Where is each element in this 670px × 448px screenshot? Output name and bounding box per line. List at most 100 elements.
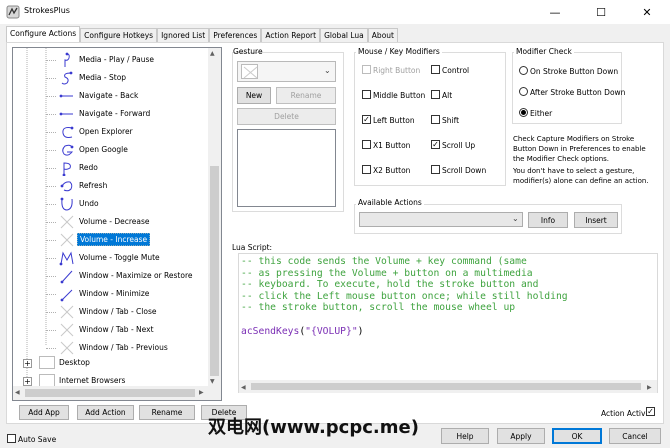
tab-action-report[interactable]: Action Report xyxy=(261,28,321,42)
maximize-button[interactable]: ☐ xyxy=(578,0,624,24)
modifier-checkbox[interactable]: ✓ xyxy=(431,140,440,149)
modifier-check-radio[interactable] xyxy=(519,87,528,96)
tab-configure-actions[interactable]: Configure Actions xyxy=(6,26,81,42)
tree-item[interactable]: Open Explorer xyxy=(13,123,209,141)
tree-item[interactable]: Navigate - Forward xyxy=(13,105,209,123)
modifier-checkbox[interactable]: ✓ xyxy=(362,115,371,124)
code-line: -- click the Left mouse button once; whi… xyxy=(241,290,568,302)
available-actions-select[interactable]: ⌄ xyxy=(359,212,523,227)
scroll-thumb[interactable] xyxy=(25,389,195,397)
modifier-checkbox[interactable] xyxy=(431,65,440,74)
tree-item[interactable]: Open Google xyxy=(13,141,209,159)
modifier-checkbox[interactable] xyxy=(431,115,440,124)
tree-item-label: Window - Minimize xyxy=(79,289,150,298)
tree-connector xyxy=(46,294,56,295)
action-active-checkbox[interactable]: ✓ xyxy=(646,407,655,416)
modifier-label: X1 Button xyxy=(373,141,411,150)
gesture-select[interactable]: ⌄ xyxy=(237,61,336,82)
tab-about[interactable]: About xyxy=(367,28,398,42)
modifier-check-radio[interactable] xyxy=(519,66,528,75)
gesture-stroke-icon xyxy=(60,181,73,192)
scroll-right-arrow-icon[interactable]: ▶ xyxy=(647,382,652,393)
new-gesture-button[interactable]: New xyxy=(237,87,271,104)
tree-vertical-scrollbar[interactable]: ▲ ▼ xyxy=(208,48,221,386)
modifier-checkbox[interactable] xyxy=(362,90,371,99)
modifier-checkbox[interactable] xyxy=(431,90,440,99)
insert-button[interactable]: Insert xyxy=(574,212,618,228)
tab-ignored-list[interactable]: Ignored List xyxy=(157,28,210,42)
title-bar: StrokesPlus — ☐ ✕ xyxy=(0,0,670,24)
tree-item[interactable]: Window / Tab - Next xyxy=(13,321,209,339)
expand-icon[interactable]: + xyxy=(23,377,32,386)
close-window-button[interactable]: ✕ xyxy=(624,0,670,24)
tree-item-label: Open Explorer xyxy=(79,127,133,136)
tree-connector xyxy=(46,96,56,97)
tree-group-label: Desktop xyxy=(59,358,90,367)
add-app-button[interactable]: Add App xyxy=(19,405,69,420)
cancel-button[interactable]: Cancel xyxy=(609,428,661,444)
rename-gesture-button[interactable]: Rename xyxy=(276,87,336,104)
scroll-thumb[interactable] xyxy=(210,166,219,376)
gesture-stroke-icon xyxy=(59,94,73,98)
apply-button[interactable]: Apply xyxy=(497,428,545,444)
modifier-label: Alt xyxy=(442,91,453,100)
gesture-stroke-icon xyxy=(62,126,74,138)
tree-item[interactable]: Volume - Toggle Mute xyxy=(13,249,209,267)
tree-item[interactable]: Window / Tab - Close xyxy=(13,303,209,321)
tab-global-lua[interactable]: Global Lua xyxy=(320,28,368,42)
tab-strip: Configure Actions Configure Hotkeys Igno… xyxy=(6,26,398,42)
tree-item-label: Volume - Toggle Mute xyxy=(79,253,160,262)
tree-item[interactable]: Volume - Decrease xyxy=(13,213,209,231)
tree-connector xyxy=(46,312,56,313)
help-button[interactable]: Help xyxy=(441,428,489,444)
tree-item[interactable]: Redo xyxy=(13,159,209,177)
tree-group-desktop[interactable]: + Desktop xyxy=(13,354,209,372)
tree-item[interactable]: Undo xyxy=(13,195,209,213)
scroll-left-arrow-icon[interactable]: ◀ xyxy=(241,382,246,393)
tree-connector xyxy=(46,132,56,133)
scroll-up-arrow-icon[interactable]: ▲ xyxy=(210,50,215,57)
auto-save-checkbox[interactable] xyxy=(7,434,16,443)
tree-item-label: Redo xyxy=(79,163,98,172)
info-button[interactable]: Info xyxy=(528,212,568,228)
tree-item-label: Window - Maximize or Restore xyxy=(79,271,193,280)
modifier-alone-info: You don't have to select a gesture, modi… xyxy=(513,167,649,185)
close-icon: ✕ xyxy=(642,5,652,19)
gesture-preview xyxy=(237,129,336,207)
scroll-thumb[interactable] xyxy=(251,383,641,390)
lua-script-label: Lua Script: xyxy=(232,243,273,252)
gesture-stroke-icon xyxy=(59,251,74,266)
minimize-button[interactable]: — xyxy=(532,0,578,24)
modifier-checkbox[interactable] xyxy=(362,165,371,174)
tree-connector xyxy=(46,330,56,331)
tree-connector xyxy=(46,114,56,115)
rename-action-button[interactable]: Rename xyxy=(139,405,195,420)
tab-preferences[interactable]: Preferences xyxy=(209,28,262,42)
scroll-left-arrow-icon[interactable]: ◀ xyxy=(15,389,20,396)
delete-gesture-button[interactable]: Delete xyxy=(237,108,336,125)
modifier-check-radio[interactable] xyxy=(519,108,528,117)
tree-item[interactable]: Refresh xyxy=(13,177,209,195)
tree-item[interactable]: Window - Maximize or Restore xyxy=(13,267,209,285)
action-tree[interactable]: Media - Play / Pause Media - Stop Navigate… xyxy=(12,47,222,401)
modifier-checkbox[interactable] xyxy=(362,65,371,74)
scroll-down-arrow-icon[interactable]: ▼ xyxy=(210,378,215,385)
editor-horizontal-scrollbar[interactable]: ◀ ▶ xyxy=(239,380,657,393)
tree-item-label: Window / Tab - Close xyxy=(79,307,157,316)
tree-item[interactable]: Navigate - Back xyxy=(13,87,209,105)
tree-item[interactable]: Media - Stop xyxy=(13,69,209,87)
add-action-button[interactable]: Add Action xyxy=(77,405,134,420)
tree-horizontal-scrollbar[interactable]: ◀ ▶ xyxy=(13,386,208,400)
lua-script-editor[interactable]: ◀ ▶ -- this code sends the Volume + key … xyxy=(238,253,658,393)
chevron-down-icon: ⌄ xyxy=(324,66,331,75)
tab-configure-hotkeys[interactable]: Configure Hotkeys xyxy=(80,28,158,42)
tree-item[interactable]: Volume - Increase xyxy=(13,231,209,249)
scroll-right-arrow-icon[interactable]: ▶ xyxy=(199,389,204,396)
ok-button[interactable]: OK xyxy=(552,428,602,444)
tree-item[interactable]: Window - Minimize xyxy=(13,285,209,303)
tree-item[interactable]: Media - Play / Pause xyxy=(13,51,209,69)
tree-item-label: Refresh xyxy=(79,181,108,190)
modifier-checkbox[interactable] xyxy=(431,165,440,174)
expand-icon[interactable]: + xyxy=(23,359,32,368)
modifier-checkbox[interactable] xyxy=(362,140,371,149)
